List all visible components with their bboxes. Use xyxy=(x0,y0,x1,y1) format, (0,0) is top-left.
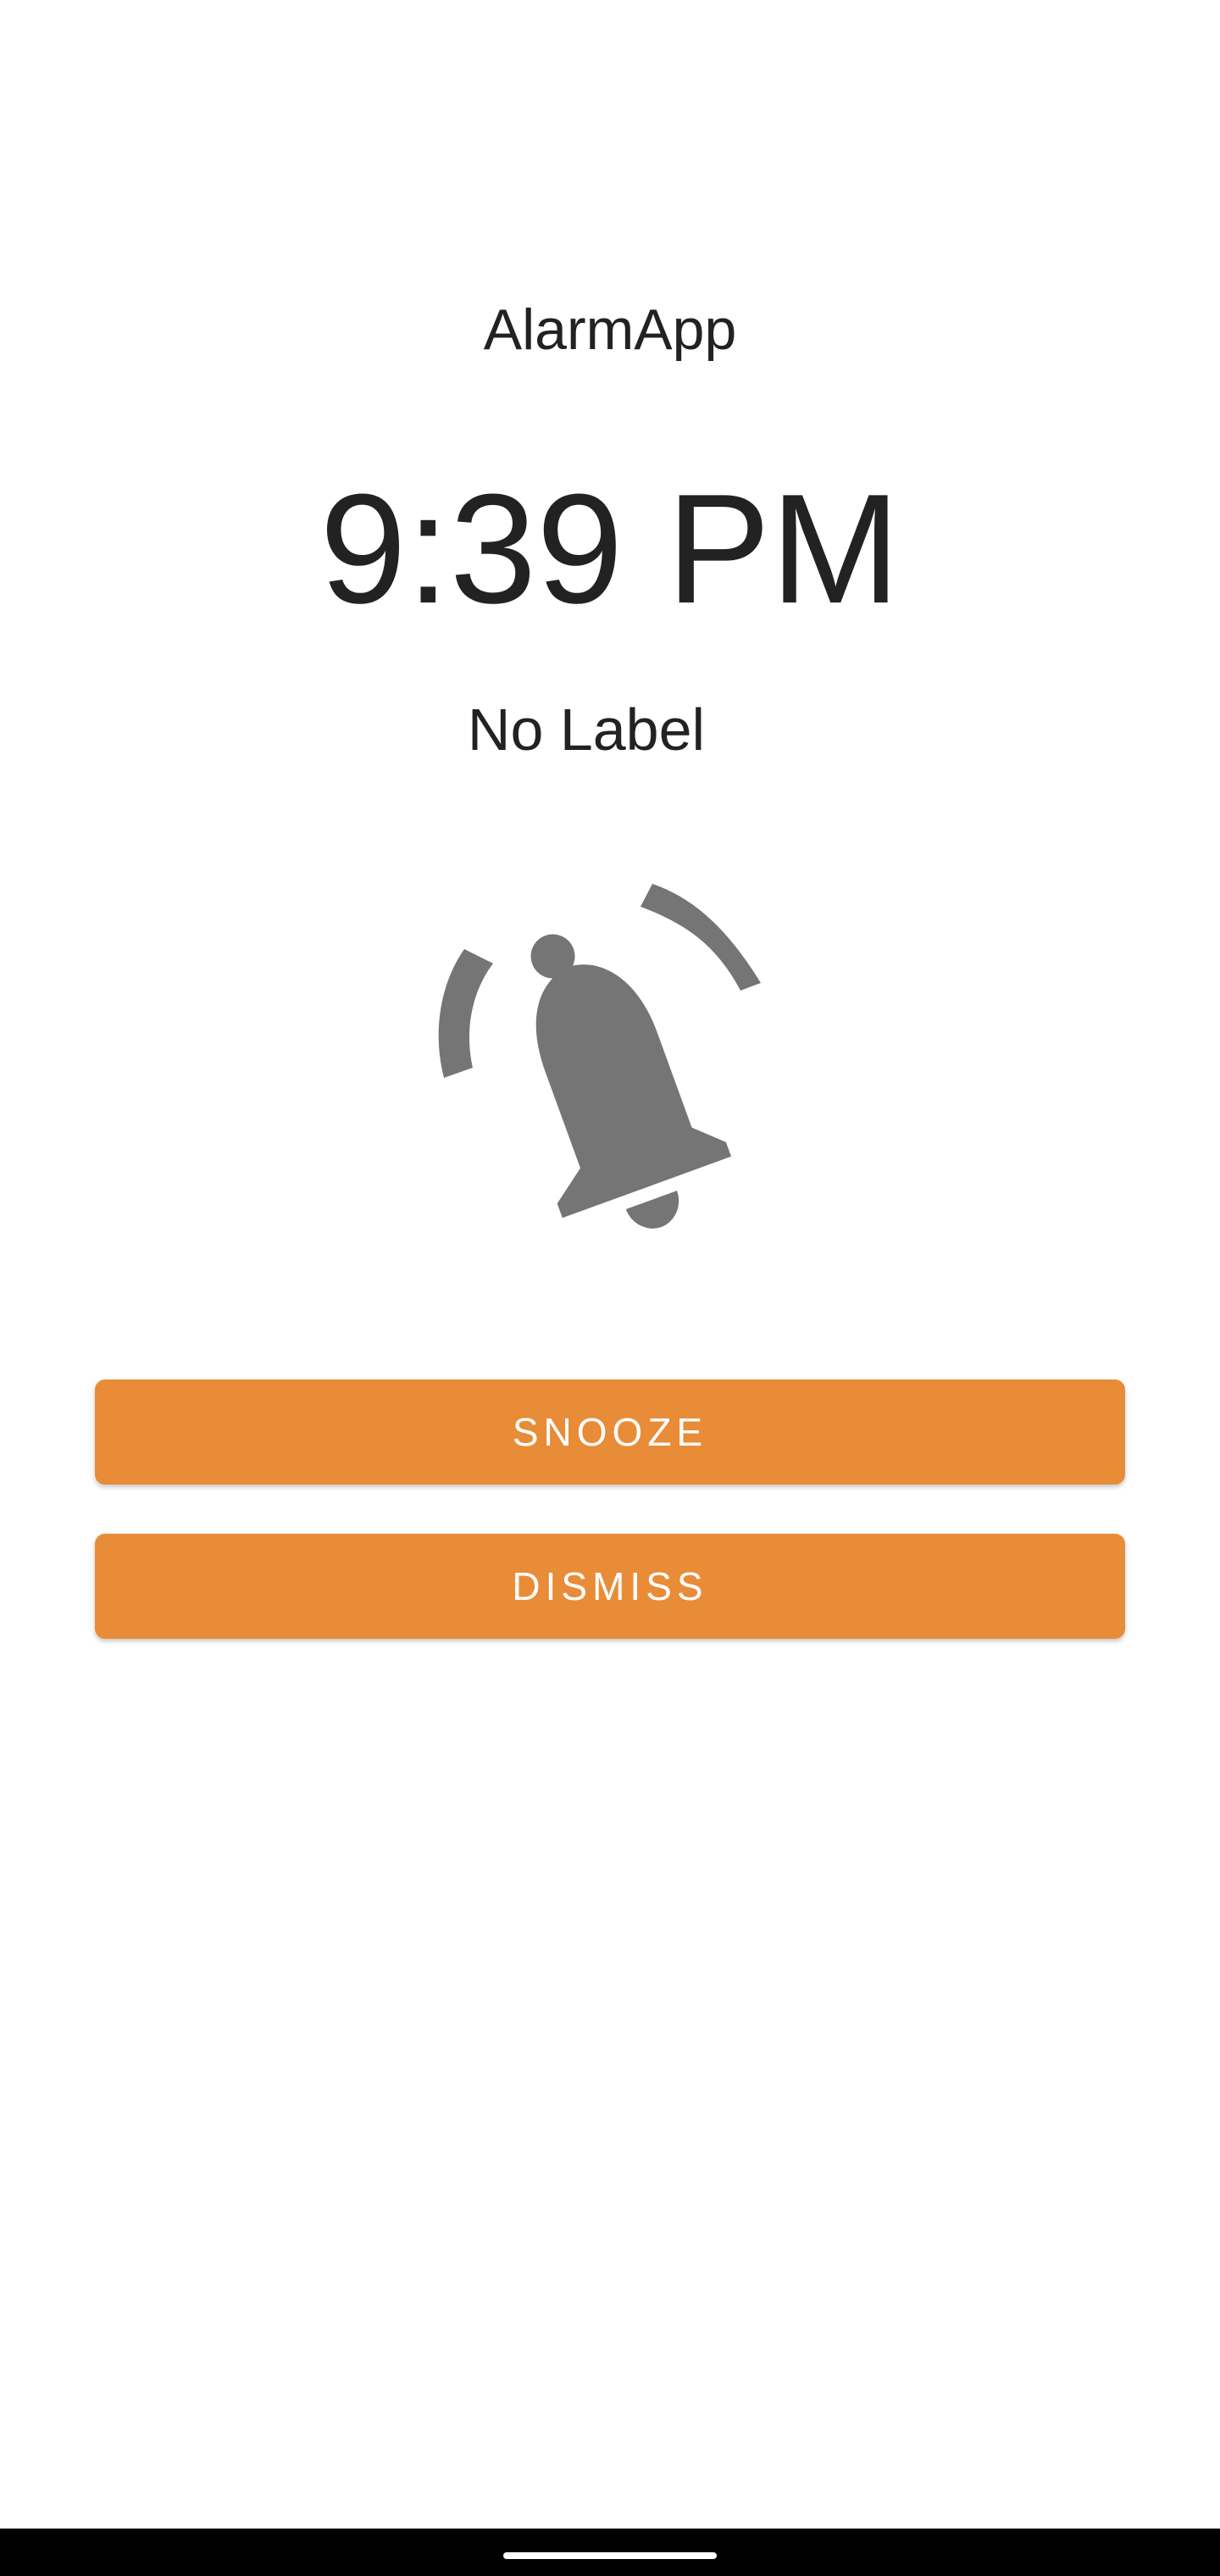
snooze-button[interactable]: SNOOZE xyxy=(95,1380,1125,1485)
alarm-ringing-screen: AlarmApp 9:39 PM No Label SNOOZE DISMISS xyxy=(0,0,1220,2576)
alarm-ringing-bell-icon xyxy=(424,864,796,1246)
home-gesture-handle[interactable] xyxy=(503,2552,717,2559)
app-title: AlarmApp xyxy=(483,297,737,362)
alarm-label: No Label xyxy=(467,697,706,763)
dismiss-button[interactable]: DISMISS xyxy=(95,1534,1125,1639)
system-navigation-bar xyxy=(0,2529,1220,2576)
alarm-time: 9:39 PM xyxy=(319,461,901,636)
